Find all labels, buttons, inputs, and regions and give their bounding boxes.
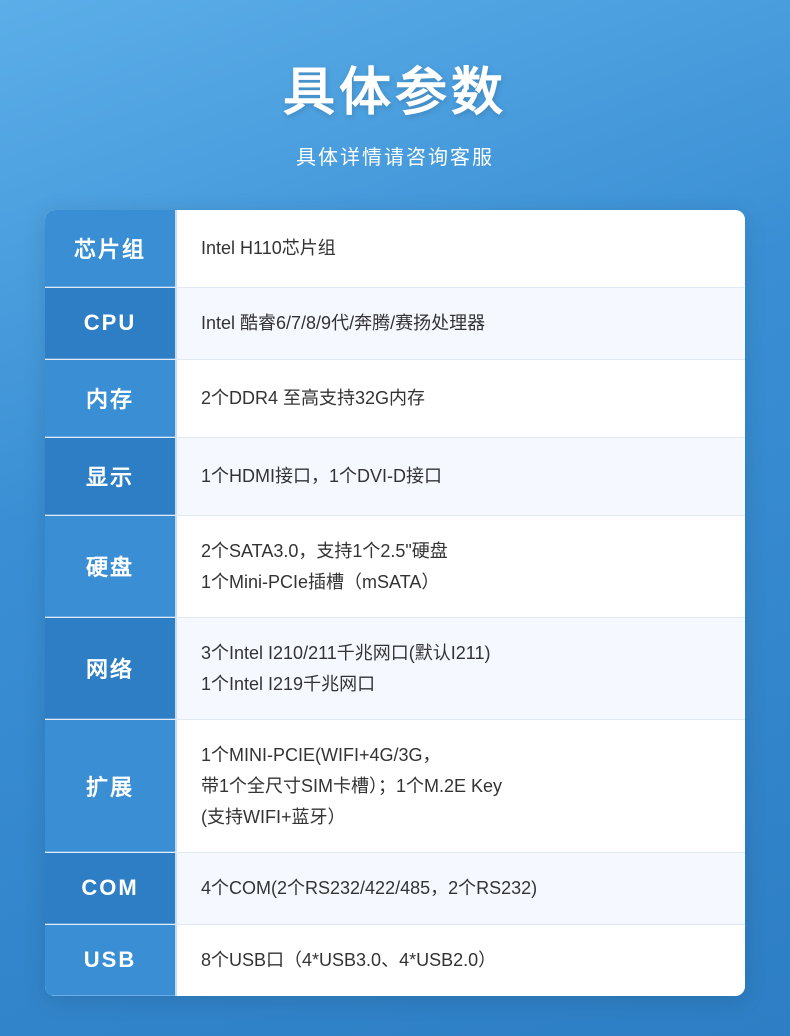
cell-label: CPU xyxy=(45,288,175,359)
cell-value: 1个HDMI接口，1个DVI-D接口 xyxy=(175,438,745,515)
page-subtitle: 具体详情请咨询客服 xyxy=(296,141,494,170)
cell-label: 芯片组 xyxy=(45,210,175,287)
cell-value: 8个USB口（4*USB3.0、4*USB2.0） xyxy=(175,925,745,996)
cell-label: COM xyxy=(45,853,175,924)
table-row: CPUIntel 酷睿6/7/8/9代/奔腾/赛扬处理器 xyxy=(45,288,745,360)
cell-value: 2个DDR4 至高支持32G内存 xyxy=(175,360,745,437)
table-row: 内存2个DDR4 至高支持32G内存 xyxy=(45,360,745,438)
cell-value: Intel H110芯片组 xyxy=(175,210,745,287)
cell-value: Intel 酷睿6/7/8/9代/奔腾/赛扬处理器 xyxy=(175,288,745,359)
table-row: 硬盘2个SATA3.0，支持1个2.5"硬盘 1个Mini-PCIe插槽（mSA… xyxy=(45,516,745,618)
page-title: 具体参数 xyxy=(283,50,507,125)
table-row: USB8个USB口（4*USB3.0、4*USB2.0） xyxy=(45,925,745,996)
table-row: 网络3个Intel I210/211千兆网口(默认I211) 1个Intel I… xyxy=(45,618,745,720)
cell-label: 显示 xyxy=(45,438,175,515)
cell-label: 内存 xyxy=(45,360,175,437)
cell-label: 网络 xyxy=(45,618,175,719)
cell-label: USB xyxy=(45,925,175,996)
specs-table: 芯片组Intel H110芯片组CPUIntel 酷睿6/7/8/9代/奔腾/赛… xyxy=(45,210,745,996)
cell-value: 3个Intel I210/211千兆网口(默认I211) 1个Intel I21… xyxy=(175,618,745,719)
table-row: 显示1个HDMI接口，1个DVI-D接口 xyxy=(45,438,745,516)
cell-label: 硬盘 xyxy=(45,516,175,617)
cell-value: 4个COM(2个RS232/422/485，2个RS232) xyxy=(175,853,745,924)
cell-value: 1个MINI-PCIE(WIFI+4G/3G， 带1个全尺寸SIM卡槽）；1个M… xyxy=(175,720,745,852)
cell-value: 2个SATA3.0，支持1个2.5"硬盘 1个Mini-PCIe插槽（mSATA… xyxy=(175,516,745,617)
table-row: 芯片组Intel H110芯片组 xyxy=(45,210,745,288)
cell-label: 扩展 xyxy=(45,720,175,852)
table-row: 扩展1个MINI-PCIE(WIFI+4G/3G， 带1个全尺寸SIM卡槽）；1… xyxy=(45,720,745,853)
table-row: COM4个COM(2个RS232/422/485，2个RS232) xyxy=(45,853,745,925)
